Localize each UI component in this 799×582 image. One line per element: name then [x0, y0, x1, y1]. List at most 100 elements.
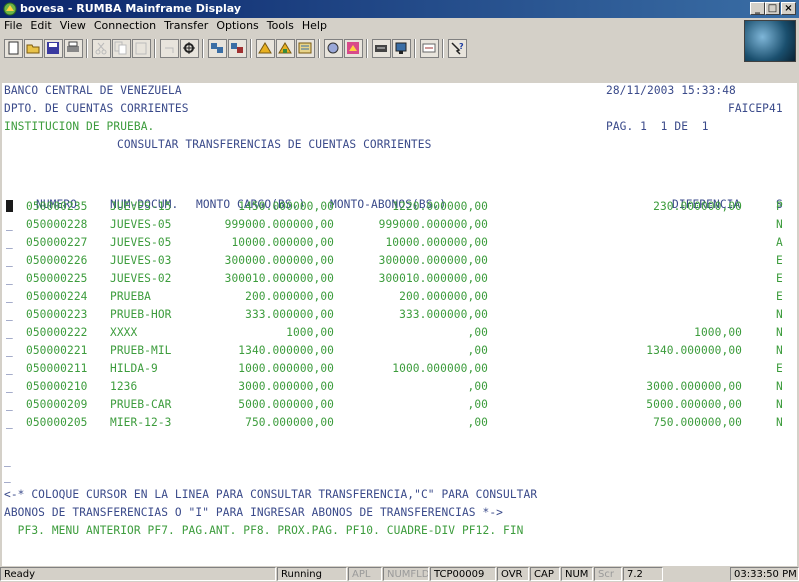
- cell-s: E: [776, 290, 783, 303]
- menu-edit[interactable]: Edit: [26, 18, 55, 34]
- cell-s: E: [776, 272, 783, 285]
- keyboard-icon[interactable]: [372, 39, 391, 58]
- cell-numero: 050000224: [26, 290, 88, 303]
- input-marker[interactable]: _: [4, 469, 11, 485]
- cell-numero: 050000210: [26, 380, 88, 393]
- row-select-field[interactable]: _: [6, 307, 13, 323]
- undo-icon[interactable]: [160, 39, 179, 58]
- transfer-icon[interactable]: [296, 39, 315, 58]
- cell-num-docum: PRUEB-HOR: [110, 308, 172, 321]
- table-row[interactable]: _ 050000209 PRUEB-CAR 5000.000000,00 ,00 5000…: [4, 397, 794, 413]
- institution-name: INSTITUCION DE PRUEBA.: [4, 120, 155, 133]
- cell-num-docum: XXXX: [110, 326, 138, 339]
- row-select-field[interactable]: _: [6, 343, 13, 359]
- cell-monto-abonos: ,00: [467, 380, 488, 393]
- row-select-field[interactable]: _: [6, 289, 13, 305]
- minimize-button[interactable]: _: [750, 2, 765, 15]
- macro-icon[interactable]: [324, 39, 343, 58]
- cell-numero: 050000221: [26, 344, 88, 357]
- cell-numero: 050000223: [26, 308, 88, 321]
- row-select-field[interactable]: _: [6, 271, 13, 287]
- maximize-button[interactable]: □: [765, 2, 780, 15]
- cell-monto-cargo: 200.000000,00: [245, 290, 334, 303]
- table-row[interactable]: _ 050000210 1236 3000.000000,00 ,00 3000.0000…: [4, 379, 794, 395]
- terminal-screen[interactable]: BANCO CENTRAL DE VENEZUELA 28/11/2003 15…: [2, 83, 797, 566]
- cell-diferencia: 230.000000,00: [653, 200, 742, 213]
- close-button[interactable]: ×: [781, 2, 796, 15]
- row-select-field[interactable]: _: [6, 415, 13, 431]
- menu-tools[interactable]: Tools: [263, 18, 298, 34]
- open-icon[interactable]: [24, 39, 43, 58]
- table-row[interactable]: 050000235 JUEVES-15 1450.000000,00 1220.000…: [4, 199, 794, 215]
- status-num: NUM: [561, 567, 593, 581]
- table-row[interactable]: _ 050000223 PRUEB-HOR 333.000000,00 333.0000…: [4, 307, 794, 323]
- row-select-field[interactable]: _: [6, 235, 13, 251]
- copy-icon[interactable]: [112, 39, 131, 58]
- row-select-field[interactable]: _: [6, 379, 13, 395]
- help-icon[interactable]: ?: [448, 39, 467, 58]
- cell-monto-abonos: ,00: [467, 344, 488, 357]
- menu-view[interactable]: View: [56, 18, 90, 34]
- department-name: DPTO. DE CUENTAS CORRIENTES: [4, 102, 189, 115]
- cell-num-docum: PRUEBA: [110, 290, 152, 303]
- table-row[interactable]: _ 050000227 JUEVES-05 10000.000000,00 10000.…: [4, 235, 794, 251]
- paste-icon[interactable]: [132, 39, 151, 58]
- menu-transfer[interactable]: Transfer: [160, 18, 212, 34]
- cell-num-docum: JUEVES-03: [110, 254, 172, 267]
- table-row[interactable]: _ 050000225 JUEVES-02 300010.000000,00 30001…: [4, 271, 794, 287]
- table-row[interactable]: _ 050000221 PRUEB-MIL 1340.000000,00 ,00 1340…: [4, 343, 794, 359]
- save-icon[interactable]: [44, 39, 63, 58]
- cell-monto-abonos: 300000.000000,00: [378, 254, 488, 267]
- key-icon[interactable]: [420, 39, 439, 58]
- table-row[interactable]: _ 050000226 JUEVES-03 300000.000000,00 30000…: [4, 253, 794, 269]
- cell-diferencia: 750.000000,00: [653, 416, 742, 429]
- table-row[interactable]: _ 050000205 MIER-12-3 750.000000,00 ,00 750.0…: [4, 415, 794, 431]
- connect-icon[interactable]: [208, 39, 227, 58]
- page-indicator: PAG. 1 1 DE 1: [606, 120, 709, 133]
- footer-instruction-1: <-* COLOQUE CURSOR EN LA LINEA PARA CONS…: [4, 488, 538, 501]
- row-select-field[interactable]: _: [6, 397, 13, 413]
- cell-num-docum: 1236: [110, 380, 138, 393]
- menu-options[interactable]: Options: [212, 18, 262, 34]
- receive-icon[interactable]: [276, 39, 295, 58]
- new-icon[interactable]: [4, 39, 23, 58]
- cell-monto-cargo: 1340.000000,00: [238, 344, 334, 357]
- display-icon[interactable]: [392, 39, 411, 58]
- send-icon[interactable]: [256, 39, 275, 58]
- row-select-field[interactable]: _: [6, 325, 13, 341]
- cell-diferencia: 1000,00: [694, 326, 742, 339]
- row-select-field[interactable]: _: [6, 253, 13, 269]
- footer-instruction-2: ABONOS DE TRANSFERENCIAS O "I" PARA INGR…: [4, 506, 503, 519]
- table-row[interactable]: _ 050000211 HILDA-9 1000.000000,00 1000.0000…: [4, 361, 794, 377]
- cell-numero: 050000222: [26, 326, 88, 339]
- cell-monto-abonos: ,00: [467, 326, 488, 339]
- table-row[interactable]: _ 050000224 PRUEBA 200.000000,00 200.000000,…: [4, 289, 794, 305]
- row-select-field[interactable]: [6, 199, 13, 215]
- menu-bar: File Edit View Connection Transfer Options Too…: [0, 18, 740, 34]
- input-marker[interactable]: _: [4, 453, 11, 469]
- cell-monto-cargo: 300000.000000,00: [224, 254, 334, 267]
- row-select-field[interactable]: _: [6, 361, 13, 377]
- function-keys: PF3. MENU ANTERIOR PF7. PAG.ANT. PF8. PR…: [4, 524, 524, 537]
- row-select-field[interactable]: _: [6, 217, 13, 233]
- cell-numero: 050000228: [26, 218, 88, 231]
- table-row[interactable]: _ 050000228 JUEVES-05 999000.000000,00 99900…: [4, 217, 794, 233]
- cell-monto-cargo: 300010.000000,00: [224, 272, 334, 285]
- cell-monto-abonos: 200.000000,00: [399, 290, 488, 303]
- disconnect-icon[interactable]: [228, 39, 247, 58]
- cell-num-docum: JUEVES-05: [110, 218, 172, 231]
- record-icon[interactable]: [344, 39, 363, 58]
- cell-num-docum: PRUEB-CAR: [110, 398, 172, 411]
- title-bar[interactable]: bovesa - RUMBA Mainframe Display _ □ ×: [0, 0, 799, 18]
- menu-help[interactable]: Help: [298, 18, 331, 34]
- menu-file[interactable]: File: [0, 18, 26, 34]
- rumba-logo: [744, 20, 796, 62]
- menu-connection[interactable]: Connection: [90, 18, 160, 34]
- table-row[interactable]: _ 050000222 XXXX 1000,00 ,00 1000,00 N: [4, 325, 794, 341]
- cell-num-docum: MIER-12-3: [110, 416, 172, 429]
- settings-icon[interactable]: [180, 39, 199, 58]
- cut-icon[interactable]: [92, 39, 111, 58]
- cursor: [6, 200, 13, 212]
- print-icon[interactable]: [64, 39, 83, 58]
- cell-monto-abonos: 1220.000000,00: [392, 200, 488, 213]
